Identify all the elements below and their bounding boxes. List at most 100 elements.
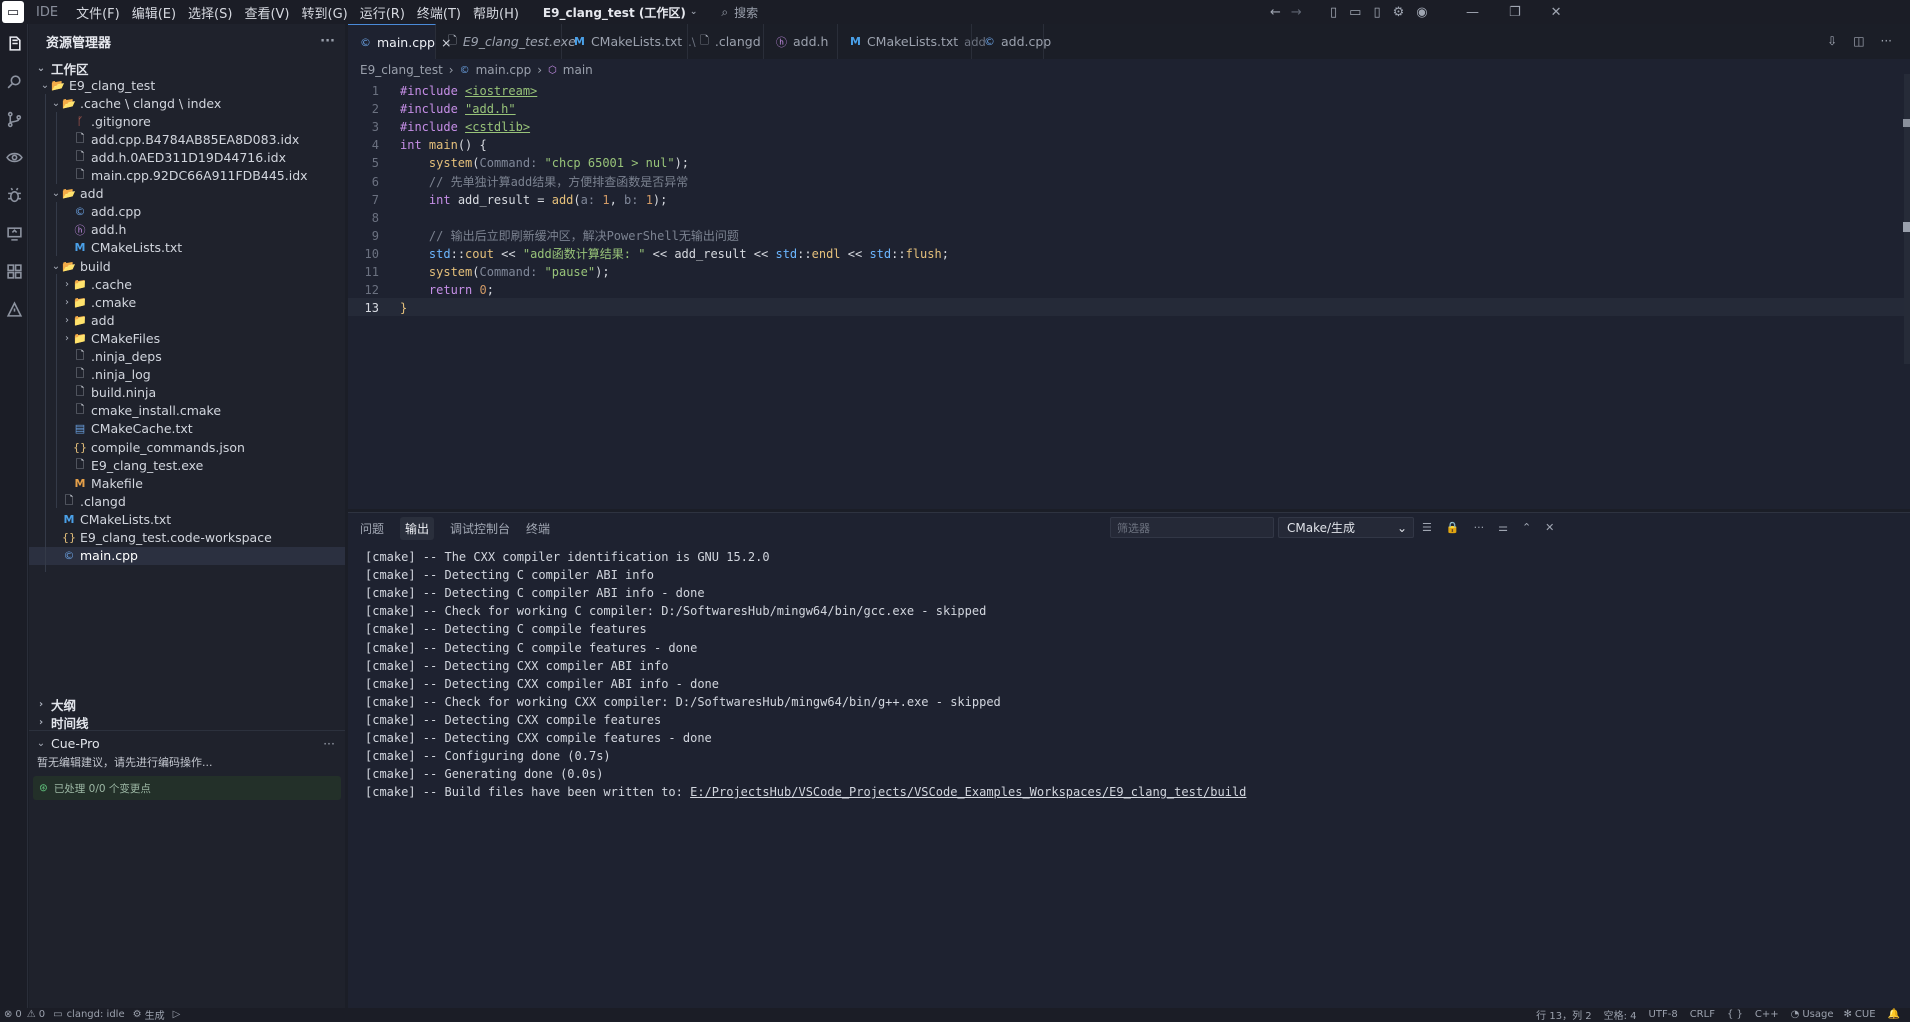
braces-icon[interactable]: { }: [1727, 1009, 1743, 1020]
minimize-icon[interactable]: —: [1466, 5, 1479, 20]
indentation[interactable]: 空格: 4: [1604, 1007, 1637, 1022]
tree-item[interactable]: 🗋 E9_clang_test.exe: [29, 456, 345, 474]
tree-item[interactable]: © main.cpp: [29, 546, 345, 565]
language-mode[interactable]: C++: [1755, 1009, 1779, 1020]
output-filter-input[interactable]: 筛选器: [1110, 517, 1274, 538]
menu-item[interactable]: 终端(T): [411, 3, 467, 22]
toggle-panel-icon[interactable]: ▭: [1349, 5, 1361, 20]
breadcrumb-item[interactable]: main.cpp: [476, 63, 532, 77]
clangd-status[interactable]: clangd: idle: [67, 1009, 125, 1020]
workspace-section[interactable]: ⌄ 工作区: [29, 58, 345, 78]
breadcrumb-item[interactable]: E9_clang_test: [360, 63, 443, 77]
toggle-secondary-sidebar-icon[interactable]: ▯: [1373, 5, 1380, 20]
ai-assistant-icon[interactable]: [0, 290, 28, 328]
bell-icon[interactable]: 🔔: [1888, 1009, 1900, 1020]
tree-item[interactable]: ⌄ 📂 add: [29, 185, 345, 203]
tree-item[interactable]: M CMakeLists.txt: [29, 510, 345, 528]
export-icon[interactable]: ⇩: [1827, 34, 1837, 48]
tree-item[interactable]: {} compile_commands.json: [29, 438, 345, 456]
toggle-sidebar-icon[interactable]: ▯: [1330, 5, 1337, 20]
tree-item[interactable]: › 📁 .cmake: [29, 293, 345, 311]
remote-icon[interactable]: [0, 214, 28, 252]
account-icon[interactable]: ◉: [1416, 5, 1427, 20]
menu-item[interactable]: 转到(G): [296, 3, 354, 22]
timeline-section[interactable]: › 时间线: [29, 712, 345, 732]
tree-item[interactable]: © add.cpp: [29, 203, 345, 221]
more-actions-icon[interactable]: ···: [1474, 521, 1485, 534]
editor-tab[interactable]: © add.cpp: [972, 24, 1051, 59]
tree-item[interactable]: M CMakeLists.txt: [29, 239, 345, 257]
build-button[interactable]: 生成: [145, 1007, 165, 1022]
back-arrow-icon[interactable]: ←: [1270, 5, 1281, 20]
tree-item[interactable]: 🗋 cmake_install.cmake: [29, 402, 345, 420]
error-count[interactable]: 0: [15, 1009, 21, 1020]
explorer-icon[interactable]: [0, 24, 28, 62]
editor-tab[interactable]: ⓗ add.h: [764, 24, 838, 59]
tree-item[interactable]: ⓗ add.h: [29, 221, 345, 239]
panel-tab[interactable]: 输出: [400, 516, 435, 540]
cue-pro-section[interactable]: ⌄ Cue-Pro ···: [29, 733, 345, 753]
editor-tab[interactable]: 🗋 .clangd: [688, 24, 764, 59]
tree-item[interactable]: ⌄ 📂 E9_clang_test: [29, 76, 345, 94]
tree-item[interactable]: › 📁 .cache: [29, 275, 345, 293]
debug-icon[interactable]: [0, 176, 28, 214]
source-control-icon[interactable]: [0, 100, 28, 138]
restore-icon[interactable]: ❐: [1509, 5, 1521, 20]
encoding[interactable]: UTF-8: [1649, 1009, 1678, 1020]
tree-item[interactable]: 🗋 add.h.0AED311D19D44716.idx: [29, 148, 345, 166]
line-ending[interactable]: CRLF: [1690, 1009, 1715, 1020]
panel-settings-icon[interactable]: ⚌: [1498, 521, 1508, 534]
tree-item[interactable]: ▤ CMakeCache.txt: [29, 420, 345, 438]
command-search[interactable]: ⌕ 搜索: [721, 4, 758, 21]
editor-tab[interactable]: 🗋 E9_clang_test.exe: [436, 24, 576, 59]
workspace-selector[interactable]: E9_clang_test (工作区) ⌄: [543, 4, 697, 21]
tree-item[interactable]: 🗋 .ninja_log: [29, 366, 345, 384]
menu-item[interactable]: 编辑(E): [126, 3, 182, 22]
tree-item[interactable]: › 📁 add: [29, 311, 345, 329]
editor-tab[interactable]: M CMakeLists.txt add: [838, 24, 986, 59]
clear-output-icon[interactable]: ☰: [1422, 521, 1432, 534]
usage-status[interactable]: Usage: [1802, 1009, 1833, 1020]
tree-item[interactable]: 🗋 build.ninja: [29, 384, 345, 402]
tree-item[interactable]: › 📁 CMakeFiles: [29, 329, 345, 347]
run-icon[interactable]: ▷: [173, 1009, 181, 1020]
tree-item[interactable]: 🗋 main.cpp.92DC66A911FDB445.idx: [29, 167, 345, 185]
lock-scroll-icon[interactable]: 🔒: [1446, 521, 1460, 534]
search-view-icon[interactable]: [0, 62, 28, 100]
cue-status[interactable]: CUE: [1855, 1009, 1876, 1020]
gear-icon[interactable]: ⚙: [1393, 5, 1405, 20]
menu-item[interactable]: 运行(R): [354, 3, 411, 22]
forward-arrow-icon[interactable]: →: [1291, 5, 1302, 20]
menu-item[interactable]: 文件(F): [70, 3, 126, 22]
panel-tab[interactable]: 终端: [526, 520, 550, 537]
tree-item[interactable]: ⌄ 📂 build: [29, 257, 345, 275]
editor-tab[interactable]: © main.cpp ×: [348, 24, 451, 59]
panel-tab[interactable]: 调试控制台: [450, 520, 510, 537]
preview-eye-icon[interactable]: [0, 138, 28, 176]
more-actions-icon[interactable]: ···: [320, 34, 335, 49]
tree-item[interactable]: 🗋 .ninja_deps: [29, 348, 345, 366]
cursor-position[interactable]: 行 13，列 2: [1536, 1007, 1591, 1022]
close-panel-icon[interactable]: ✕: [1545, 521, 1554, 534]
warning-count[interactable]: 0: [39, 1009, 45, 1020]
tree-item[interactable]: 🗋 add.cpp.B4784AB85EA8D083.idx: [29, 130, 345, 148]
outline-section[interactable]: › 大纲: [29, 694, 345, 714]
close-window-icon[interactable]: ✕: [1551, 5, 1562, 20]
breadcrumb-item[interactable]: main: [563, 63, 593, 77]
editor-tab[interactable]: M CMakeLists.txt .\: [562, 24, 696, 59]
tree-item[interactable]: {} E9_clang_test.code-workspace: [29, 529, 345, 547]
tree-item[interactable]: ᚵ .gitignore: [29, 112, 345, 130]
more-actions-icon[interactable]: ···: [323, 736, 335, 751]
menu-item[interactable]: 选择(S): [182, 3, 238, 22]
tree-item[interactable]: M Makefile: [29, 474, 345, 492]
panel-tab[interactable]: 问题: [360, 520, 384, 537]
tree-item[interactable]: ⌄ 📂 .cache \ clangd \ index: [29, 94, 345, 112]
menu-item[interactable]: 帮助(H): [467, 3, 525, 22]
extensions-icon[interactable]: [0, 252, 28, 290]
build-path-link[interactable]: E:/ProjectsHub/VSCode_Projects/VSCode_Ex…: [690, 785, 1246, 799]
more-actions-icon[interactable]: ···: [1881, 34, 1892, 48]
menu-item[interactable]: 查看(V): [238, 3, 295, 22]
split-editor-icon[interactable]: ◫: [1853, 34, 1864, 48]
maximize-panel-icon[interactable]: ⌃: [1522, 521, 1531, 534]
output-channel-select[interactable]: CMake/生成 ⌄: [1278, 517, 1414, 538]
